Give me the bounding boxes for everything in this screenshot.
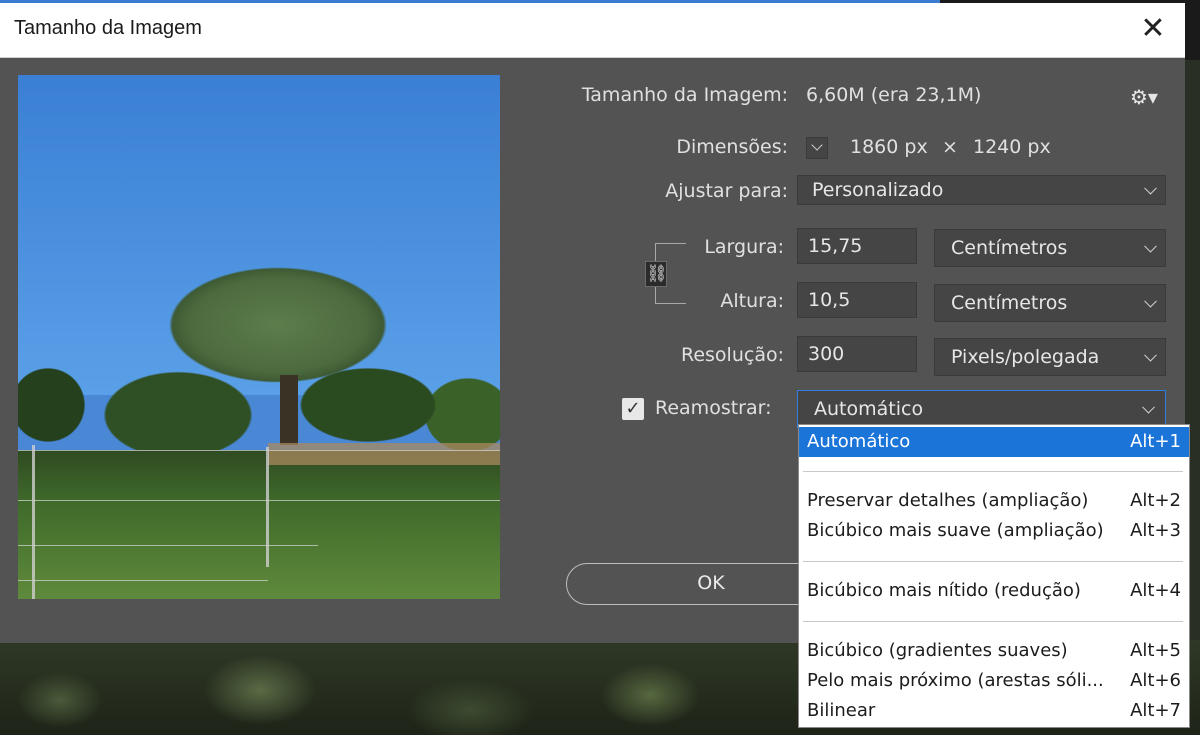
menu-separator [803,471,1183,472]
menu-item-bilinear[interactable]: Bilinear Alt+7 [799,696,1189,726]
resolution-unit-value: Pixels/polegada [951,346,1100,368]
height-unit-select[interactable]: Centímetros [934,284,1166,322]
resample-checkbox[interactable]: ✓ [622,398,644,420]
chevron-down-icon [1144,239,1157,253]
height-unit-value: Centímetros [951,292,1068,314]
width-label: Largura: [704,236,784,258]
dimensions-height: 1240 px [973,136,1051,158]
chevron-down-icon [1144,181,1157,195]
resolution-unit-select[interactable]: Pixels/polegada [934,338,1166,376]
menu-item-nearest-neighbor[interactable]: Pelo mais próximo (arestas sóli... Alt+6 [799,666,1189,696]
resample-dropdown-menu: Automático Alt+1 Preservar detalhes (amp… [798,424,1190,728]
chevron-down-icon [1144,294,1157,308]
close-icon[interactable]: ✕ [1135,11,1171,47]
dialog-title: Tamanho da Imagem [14,17,202,39]
height-label: Altura: [720,290,784,312]
width-input[interactable]: 15,75 [797,228,917,264]
menu-item-bicubic-smoother[interactable]: Bicúbico mais suave (ampliação) Alt+3 [799,516,1189,546]
menu-separator [803,621,1183,622]
tree [118,240,438,410]
fit-to-label: Ajustar para: [665,180,788,202]
width-unit-value: Centímetros [951,237,1068,259]
resample-select[interactable]: Automático [797,390,1166,428]
resample-value: Automático [814,398,924,420]
chevron-down-icon [811,139,823,151]
width-unit-select[interactable]: Centímetros [934,229,1166,267]
menu-item-bicubic[interactable]: Bicúbico (gradientes suaves) Alt+5 [799,636,1189,666]
fit-to-select[interactable]: Personalizado [797,175,1166,205]
image-size-label: Tamanho da Imagem: [581,84,788,106]
menu-item-bicubic-sharper[interactable]: Bicúbico mais nítido (redução) Alt+4 [799,576,1189,606]
fit-to-value: Personalizado [812,179,944,201]
menu-item-preserve-details[interactable]: Preservar detalhes (ampliação) Alt+2 [799,486,1189,516]
image-preview[interactable] [18,75,500,599]
dimensions-unit-dropdown[interactable] [806,137,828,159]
menu-separator [803,561,1183,562]
height-input[interactable]: 10,5 [797,282,917,318]
chain-link-icon[interactable]: ⛓ [645,261,668,287]
dialog-titlebar: Tamanho da Imagem ✕ [0,3,1185,58]
dimensions-width: 1860 px [850,136,928,158]
resolution-label: Resolução: [681,344,784,366]
chevron-down-icon [1144,348,1157,362]
dimensions-label: Dimensões: [676,136,788,158]
chevron-down-icon [1142,400,1155,414]
menu-item-automatic[interactable]: Automático Alt+1 [799,427,1189,457]
resample-label: Reamostrar: [655,397,772,419]
dimensions-times: × [942,136,958,158]
resolution-input[interactable]: 300 [797,336,917,372]
gear-icon[interactable]: ⚙▾ [1130,85,1158,109]
image-size-value: 6,60M (era 23,1M) [806,84,982,106]
